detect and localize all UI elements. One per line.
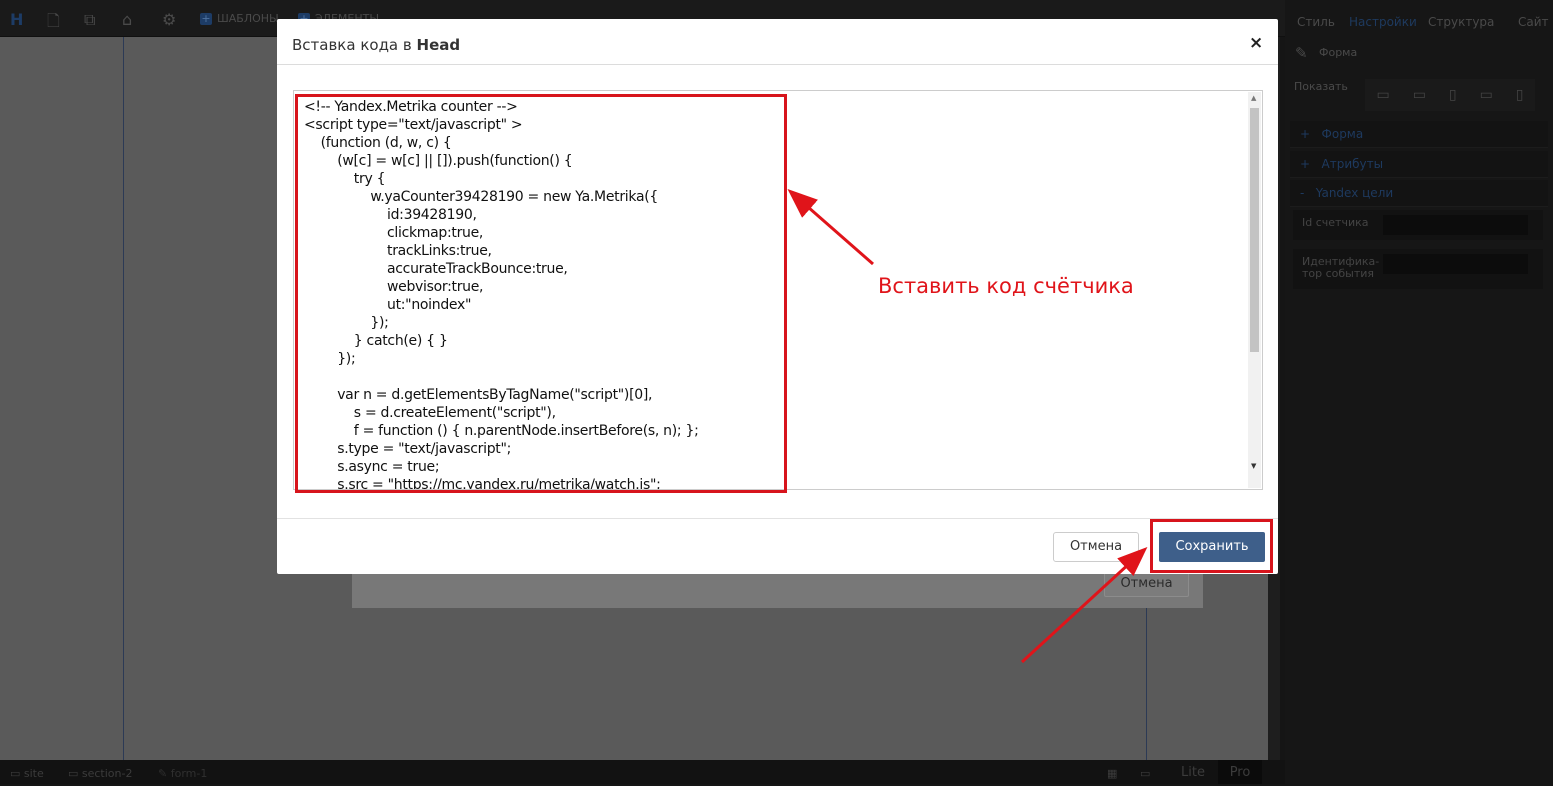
annotation-arrows [787,189,1148,664]
arrow-to-save [1020,546,1148,664]
arrow-to-code [787,189,874,266]
